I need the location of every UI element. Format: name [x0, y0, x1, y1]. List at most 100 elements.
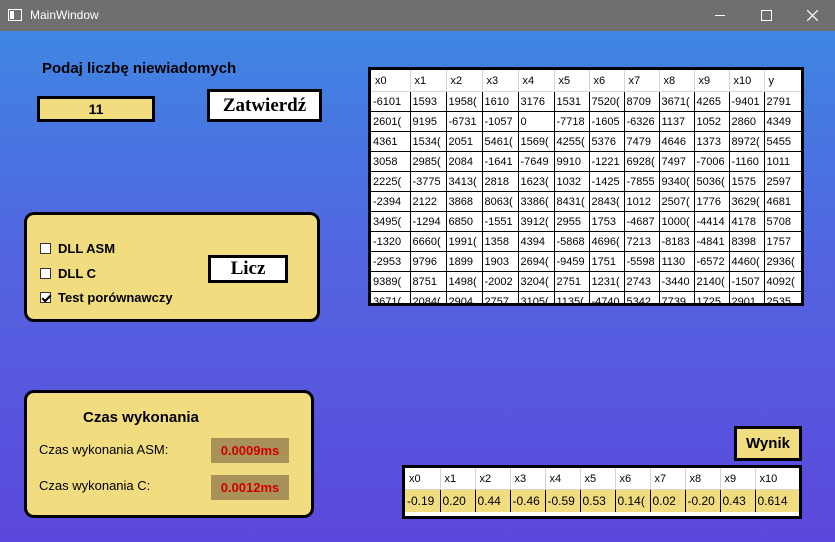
matrix-cell[interactable]: 1569( — [518, 131, 555, 152]
matrix-cell[interactable]: 8431( — [554, 191, 590, 212]
matrix-cell[interactable]: 2904 — [446, 291, 483, 303]
matrix-cell[interactable]: 3386( — [518, 191, 555, 212]
result-cell[interactable]: -0.46 — [510, 489, 546, 512]
matrix-cell[interactable]: 7739 — [659, 291, 695, 303]
matrix-cell[interactable]: 1593 — [410, 91, 447, 112]
matrix-cell[interactable]: 4696( — [589, 231, 625, 252]
matrix-cell[interactable]: 5036( — [694, 171, 730, 192]
result-column-header[interactable]: x8 — [685, 468, 721, 490]
matrix-cell[interactable]: 5342 — [624, 291, 660, 303]
matrix-cell[interactable]: 9195 — [410, 111, 447, 132]
matrix-column-header[interactable]: x0 — [371, 70, 411, 92]
matrix-cell[interactable]: 9340( — [659, 171, 695, 192]
dll-c-checkbox-box[interactable] — [40, 268, 51, 279]
matrix-cell[interactable]: -8183 — [659, 231, 695, 252]
matrix-row[interactable]: -2394 2122 3868 8063(3386(8431(2843(1012 250… — [371, 191, 801, 212]
matrix-cell[interactable]: 2743 — [624, 271, 660, 292]
result-column-header[interactable]: x6 — [615, 468, 651, 490]
matrix-column-header[interactable]: x5 — [554, 70, 590, 92]
matrix-cell[interactable]: 3105( — [518, 291, 555, 303]
matrix-cell[interactable]: 1000( — [659, 211, 695, 232]
matrix-cell[interactable]: 8709 — [624, 91, 660, 112]
matrix-row[interactable]: -2953 9796 1899 1903 2694(-9459 1751 -5598 1130… — [371, 251, 801, 272]
matrix-cell[interactable]: -9459 — [554, 251, 590, 272]
matrix-cell[interactable]: 3058 — [371, 151, 411, 172]
matrix-cell[interactable]: -2002 — [482, 271, 519, 292]
matrix-column-header[interactable]: x7 — [624, 70, 660, 92]
matrix-cell[interactable]: -1551 — [482, 211, 519, 232]
result-cell[interactable]: 0.44 — [475, 489, 511, 512]
matrix-cell[interactable]: -6731 — [446, 111, 483, 132]
matrix-cell[interactable]: 2860 — [729, 111, 765, 132]
matrix-cell[interactable]: 2140( — [694, 271, 730, 292]
matrix-cell[interactable]: -1294 — [410, 211, 447, 232]
matrix-cell[interactable]: 2122 — [410, 191, 447, 212]
matrix-row[interactable]: 3671(2084(2904 2757 3105(1135(-4740 5342 773… — [371, 291, 801, 303]
matrix-cell[interactable]: 1958( — [446, 91, 483, 112]
result-column-header[interactable]: x3 — [510, 468, 546, 490]
matrix-column-header[interactable]: x9 — [694, 70, 730, 92]
dll-asm-checkbox-box[interactable] — [40, 243, 51, 254]
matrix-cell[interactable]: -1507 — [729, 271, 765, 292]
matrix-cell[interactable]: 8398 — [729, 231, 765, 252]
matrix-cell[interactable]: 4092( — [764, 271, 801, 292]
matrix-cell[interactable]: 1011 — [764, 151, 801, 172]
matrix-row[interactable]: -6101 1593 1958(1610 3176 1531 7520(8709 3671(… — [371, 91, 801, 112]
matrix-cell[interactable]: 1757 — [764, 231, 801, 252]
matrix-cell[interactable]: 1358 — [482, 231, 519, 252]
matrix-cell[interactable]: -6101 — [371, 91, 411, 112]
result-cell[interactable]: 0.614 — [755, 489, 799, 512]
matrix-cell[interactable]: 2843( — [589, 191, 625, 212]
matrix-cell[interactable]: 2985( — [410, 151, 447, 172]
dll-c-checkbox[interactable]: DLL C — [40, 266, 96, 281]
dll-asm-checkbox[interactable]: DLL ASM — [40, 241, 115, 256]
matrix-column-header[interactable]: x4 — [518, 70, 555, 92]
matrix-cell[interactable]: 1231( — [589, 271, 625, 292]
matrix-cell[interactable]: 1899 — [446, 251, 483, 272]
matrix-cell[interactable]: 2818 — [482, 171, 519, 192]
matrix-cell[interactable]: 2955 — [554, 211, 590, 232]
equation-matrix-grid[interactable]: x0 x1 x2 x3 x4 x5 x6 x7 x8 x9 x10 y -6101 1593 1958(1… — [368, 67, 804, 306]
matrix-cell[interactable]: 3671( — [371, 291, 411, 303]
benchmark-checkbox[interactable]: Test porównawczy — [40, 290, 173, 305]
matrix-cell[interactable]: 2901 — [729, 291, 765, 303]
matrix-cell[interactable]: 1130 — [659, 251, 695, 272]
result-column-header[interactable]: x2 — [475, 468, 511, 490]
result-column-header[interactable]: x10 — [755, 468, 799, 490]
result-column-header[interactable]: x9 — [720, 468, 756, 490]
matrix-column-header[interactable]: x1 — [410, 70, 447, 92]
matrix-cell[interactable]: 4460( — [729, 251, 765, 272]
matrix-cell[interactable]: 2791 — [764, 91, 801, 112]
matrix-cell[interactable]: -1320 — [371, 231, 411, 252]
matrix-cell[interactable]: 3629( — [729, 191, 765, 212]
matrix-cell[interactable]: -4740 — [589, 291, 625, 303]
matrix-cell[interactable]: -4414 — [694, 211, 730, 232]
matrix-cell[interactable]: -5868 — [554, 231, 590, 252]
matrix-column-header[interactable]: y — [764, 70, 801, 92]
matrix-cell[interactable]: 1012 — [624, 191, 660, 212]
matrix-cell[interactable]: 1498( — [446, 271, 483, 292]
close-button[interactable] — [789, 0, 835, 31]
matrix-cell[interactable]: -7718 — [554, 111, 590, 132]
matrix-cell[interactable]: 1610 — [482, 91, 519, 112]
matrix-cell[interactable]: -2394 — [371, 191, 411, 212]
matrix-cell[interactable]: 3204( — [518, 271, 555, 292]
matrix-cell[interactable]: 4361 — [371, 131, 411, 152]
matrix-cell[interactable]: 0 — [518, 111, 555, 132]
result-grid[interactable]: x0 x1 x2 x3 x4 x5 x6 x7 x8 x9 x10 -0.19 0.20 0.44 -0.… — [402, 465, 802, 519]
result-cell[interactable]: 0.43 — [720, 489, 756, 512]
matrix-cell[interactable]: 1753 — [589, 211, 625, 232]
matrix-cell[interactable]: -7006 — [694, 151, 730, 172]
matrix-cell[interactable]: 9910 — [554, 151, 590, 172]
matrix-cell[interactable]: 7520( — [589, 91, 625, 112]
matrix-cell[interactable]: 5376 — [589, 131, 625, 152]
maximize-button[interactable] — [743, 0, 789, 31]
matrix-cell[interactable]: -3440 — [659, 271, 695, 292]
matrix-cell[interactable]: 6850 — [446, 211, 483, 232]
matrix-row[interactable]: 4361 1534(2051 5461(1569(4255(5376 7479 4646… — [371, 131, 801, 152]
matrix-cell[interactable]: 7497 — [659, 151, 695, 172]
matrix-cell[interactable]: 4265 — [694, 91, 730, 112]
matrix-cell[interactable]: 2694( — [518, 251, 555, 272]
matrix-cell[interactable]: 2597 — [764, 171, 801, 192]
matrix-cell[interactable]: -9401 — [729, 91, 765, 112]
